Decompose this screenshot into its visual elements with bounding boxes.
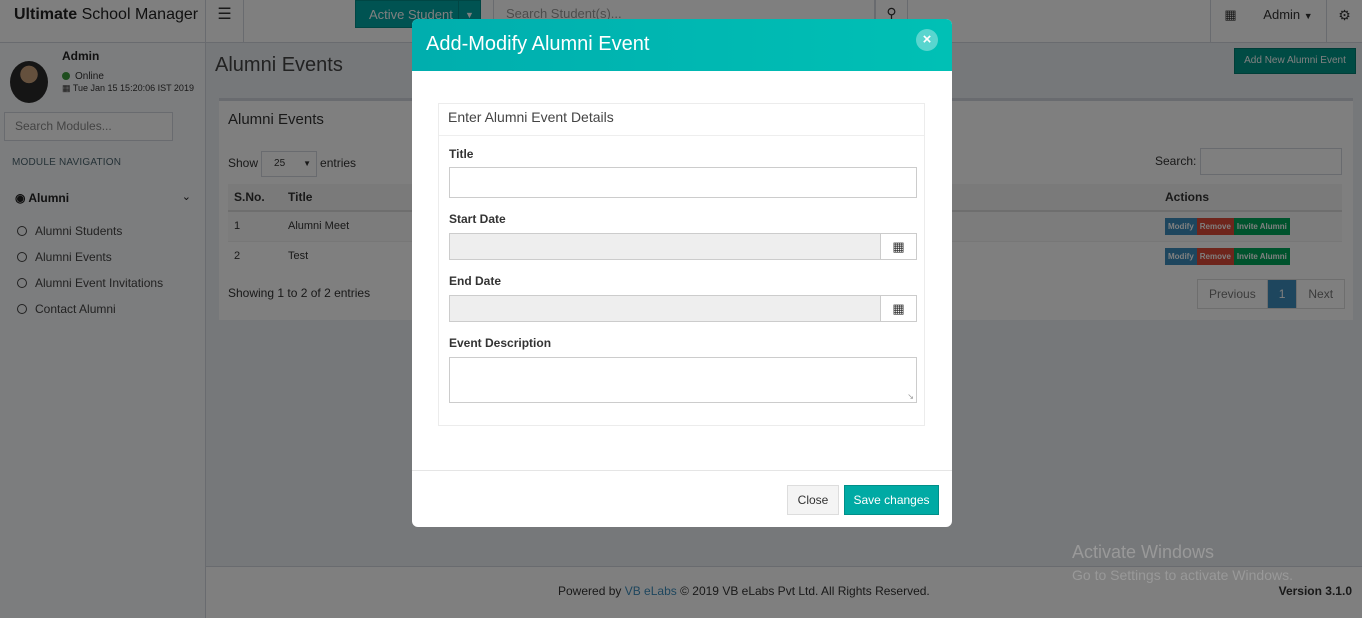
start-date-label: Start Date [449, 212, 506, 226]
close-icon[interactable]: × [916, 29, 938, 51]
alumni-event-modal: Add-Modify Alumni Event × Enter Alumni E… [412, 19, 952, 527]
title-input[interactable] [449, 167, 917, 198]
event-description-textarea[interactable]: ↘ [449, 357, 917, 403]
modal-footer: Close Save changes [412, 470, 952, 527]
modal-title: Add-Modify Alumni Event [426, 33, 650, 55]
activate-windows-title: Activate Windows [1072, 542, 1215, 562]
close-button[interactable]: Close [787, 485, 839, 515]
modal-header: Add-Modify Alumni Event × [412, 19, 952, 71]
panel-title: Enter Alumni Event Details [448, 109, 614, 125]
save-changes-button[interactable]: Save changes [844, 485, 939, 515]
calendar-icon[interactable]: ▦ [880, 295, 917, 322]
calendar-icon[interactable]: ▦ [880, 233, 917, 260]
activate-windows-subtitle: Go to Settings to activate Windows. [1072, 567, 1293, 583]
end-date-label: End Date [449, 274, 502, 288]
event-details-panel: Enter Alumni Event Details Title Start D… [438, 103, 925, 426]
resize-grip-icon[interactable]: ↘ [907, 392, 914, 401]
start-date-input[interactable] [449, 233, 881, 260]
panel-header: Enter Alumni Event Details [439, 104, 924, 136]
title-label: Title [449, 147, 474, 161]
end-date-input[interactable] [449, 295, 881, 322]
event-description-label: Event Description [449, 336, 552, 350]
